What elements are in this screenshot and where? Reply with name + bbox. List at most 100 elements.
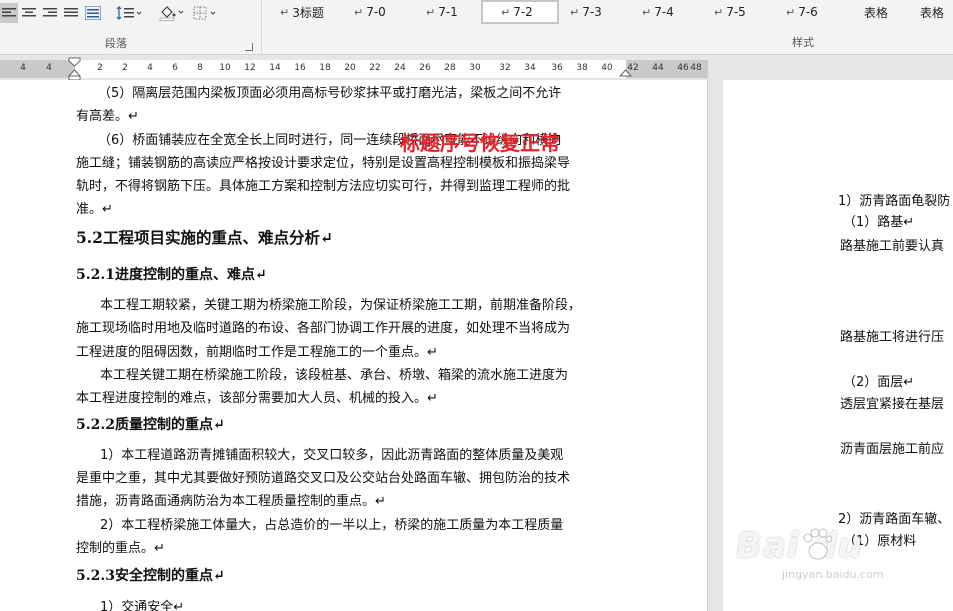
align-right-button[interactable] [41,3,59,23]
paragraph-line: 透层宜紧接在基层 [840,397,945,412]
line-spacing-button[interactable] [114,3,144,23]
annotation-text: 标题序号恢复正常 [400,131,560,155]
heading-level-3: 5.2.1进度控制的重点、难点↵ [76,267,267,283]
ruler-left-margin [0,60,75,78]
style-7-3[interactable]: ↵ 7-3 [570,0,620,24]
distributed-icon [85,6,101,20]
style-table-2[interactable]: 表格 [920,0,953,24]
style-7-4[interactable]: ↵ 7-4 [642,0,692,24]
document-page-left[interactable]: （5）隔离层范围内梁板顶面必须用高标号砂浆抹平或打磨光洁，梁板之间不允许有高差。… [0,80,708,611]
paragraph-line: 本工程进度控制的难点，该部分需要加大人员、机械的投入。↵ [76,391,438,406]
line-spacing-icon [116,6,142,20]
baidu-watermark: Bai du jingyan.baidu.com [736,526,884,581]
paragraph-line: （5）隔离层范围内梁板顶面必须用高标号砂浆抹平或打磨光洁，梁板之间不允许 [98,86,562,101]
paragraph-line: （2）面层↵ [843,375,915,390]
paragraph-line: 1）交通安全↵ [100,600,185,611]
ruler-tick-label: 24 [394,63,406,73]
watermark-url: jingyan.baidu.com [782,568,884,581]
ruler-tick-label: 4 [20,63,26,73]
ruler-tick-label: 40 [601,63,613,73]
align-right-icon [43,8,57,17]
style-7-6[interactable]: ↵ 7-6 [786,0,836,24]
first-line-indent-marker-icon[interactable] [67,57,82,81]
baidu-paw-icon [803,528,832,560]
paragraph-line: 是重中之重，其中尤其要做好预防道路交叉口及公交站台处路面车辙、拥包防治的技术 [76,471,571,486]
borders-button[interactable] [192,3,220,23]
style-7-1[interactable]: ↵ 7-1 [426,0,476,24]
ruler-tick-label: 8 [197,63,203,73]
align-left-button[interactable] [0,3,18,23]
paragraph-mark-icon: ↵ [354,5,364,19]
ruler-tick-label: 14 [269,63,281,73]
shading-button[interactable] [157,3,187,23]
align-left-icon [2,8,16,17]
ruler-tick-label: 48 [690,63,702,73]
ruler-tick-label: 16 [294,63,306,73]
paragraph-mark-icon: ↵ [280,5,290,19]
paragraph-line: 施工现场临时用地及临时道路的布设、各部门协调工作开展的进度，如处理不当将成为 [76,321,571,336]
heading-level-3: 5.2.2质量控制的重点↵ [76,417,225,433]
ruler-tick-label: 28 [444,63,456,73]
styles-group-label: 样式 [792,36,814,49]
paragraph-group-label: 段落 [105,37,127,50]
paragraph-line: 1）沥青路面龟裂防 [838,194,951,209]
ruler-tick-label: 2 [97,63,103,73]
ruler-tick-label: 34 [524,63,536,73]
paragraph-line: 轨时，不得将钢筋下压。具体施工方案和控制方法应切实可行，并得到监理工程师的批 [76,179,571,194]
horizontal-ruler[interactable]: 4 4 2 2 4 6 8 10 12 14 16 18 20 22 24 26 28 30 32 34 36 38 40 4… [0,57,953,81]
paragraph-mark-icon: ↵ [501,5,511,19]
style-7-0[interactable]: ↵ 7-0 [354,0,404,24]
justify-icon [64,8,78,17]
paragraph-line: 工程进度的阻碍因数，前期临时工作是工程施工的一个重点。↵ [76,345,438,360]
paragraph-line: 2）沥青路面车辙、 [838,512,951,527]
paragraph-mark-icon: ↵ [642,5,652,19]
paragraph-line: 控制的重点。↵ [76,541,165,556]
paragraph-mark-icon: ↵ [426,5,436,19]
paragraph-line: 有高差。↵ [76,109,139,124]
ruler-bar: 4 4 2 2 4 6 8 10 12 14 16 18 20 22 24 26 28 30 32 34 36 38 40 4… [0,57,708,81]
paragraph-mark-icon: ↵ [714,5,724,19]
paragraph-dialog-launcher-icon[interactable] [245,43,253,51]
style-7-2[interactable]: ↵ 7-2 [481,0,559,24]
style-3-heading[interactable]: ↵ 3标题 [280,0,332,24]
ruler-tick-label: 12 [244,63,256,73]
paragraph-line: 准。↵ [76,202,113,217]
styles-gallery: ↵ 3标题 ↵ 7-0 ↵ 7-1 ↵ 7-2 ↵ 7-3 ↵ 7-4 ↵ 7-5 ↵ 7-6 … [264,0,953,26]
ruler-tick-label: 20 [344,63,356,73]
paragraph-mark-icon: ↵ [570,5,580,19]
style-7-5[interactable]: ↵ 7-5 [714,0,764,24]
paragraph-line: 路基施工将进行压 [840,330,945,345]
ruler-tick-label: 38 [576,63,588,73]
align-center-button[interactable] [20,3,38,23]
paragraph-line: 2）本工程桥梁施工体量大，占总造价的一半以上，桥梁的施工质量为本工程质量 [100,518,564,533]
ruler-tick-label: 4 [147,63,153,73]
align-center-icon [22,8,36,17]
ruler-tick-label: 44 [652,63,664,73]
ruler-tick-label: 6 [172,63,178,73]
ruler-tick-label: 36 [551,63,563,73]
paragraph-mark-icon: ↵ [786,5,796,19]
ruler-tick-label: 26 [419,63,431,73]
distributed-button[interactable] [83,3,103,23]
paragraph-line: 1）本工程道路沥青摊铺面积较大，交叉口较多，因此沥青路面的整体质量及美观 [100,448,564,463]
ribbon: 段落 ↵ 3标题 ↵ 7-0 ↵ 7-1 ↵ 7-2 ↵ 7-3 ↵ 7-4 ↵ 7-5 ↵ 7… [0,0,953,55]
justify-button[interactable] [62,3,80,23]
ruler-tick-label: 2 [122,63,128,73]
heading-level-2: 5.2工程项目实施的重点、难点分析↵ [76,228,333,247]
ruler-tick-label: 4 [46,63,52,73]
watermark-logo-text: Bai du [736,526,863,566]
paragraph-group: 段落 [0,0,262,55]
heading-level-3: 5.2.3安全控制的重点↵ [76,568,225,584]
paint-bucket-icon [159,6,184,21]
paragraph-line: 路基施工前要认真 [840,239,945,254]
style-table[interactable]: 表格 [864,0,904,24]
paragraph-line: 沥青面层施工前应 [840,442,945,457]
ruler-tick-label: 22 [369,63,381,73]
right-indent-marker-icon[interactable] [618,64,633,80]
ruler-tick-label: 30 [469,63,481,73]
paragraph-line: 本工程关键工期在桥梁施工阶段，该段桩基、承台、桥墩、箱梁的流水施工进度为 [100,368,569,383]
ruler-tick-label: 10 [219,63,231,73]
paragraph-line: 本工程工期较紧，关键工期为桥梁施工阶段，为保证桥梁施工工期，前期准备阶段， [100,298,582,313]
ruler-tick-label: 46 [677,63,689,73]
ruler-tick-label: 32 [499,63,511,73]
